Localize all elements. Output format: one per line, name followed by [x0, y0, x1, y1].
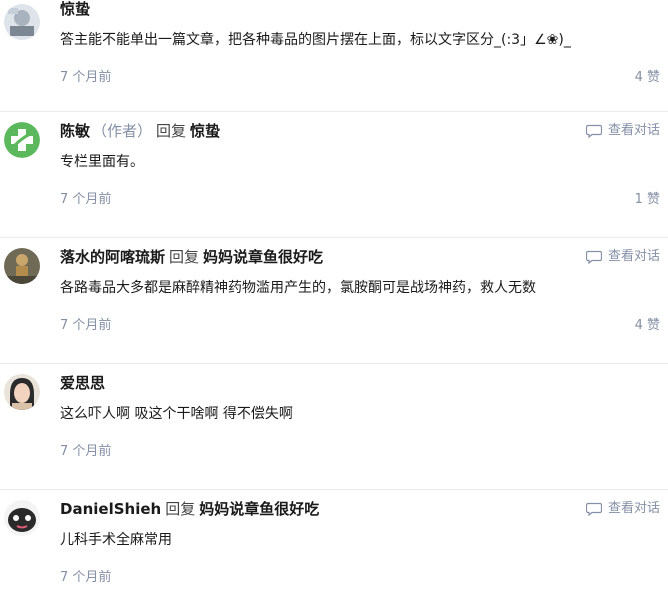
avatar-image [4, 4, 40, 40]
reply-target-name[interactable]: 妈妈说章鱼很好吃 [203, 248, 323, 266]
like-count[interactable]: 1 赞 [635, 188, 660, 207]
avatar-image [4, 248, 40, 284]
comment-item: 爱思思 这么吓人啊 吸这个干啥啊 得不偿失啊 7 个月前 [0, 364, 668, 490]
view-conversation-label: 查看对话 [607, 501, 660, 516]
avatar-image [4, 500, 40, 536]
view-conversation-label: 查看对话 [607, 249, 660, 264]
author-name[interactable]: 陈敏 [60, 122, 90, 140]
author-name[interactable]: 落水的阿喀琉斯 [60, 248, 165, 266]
avatar-image [4, 122, 40, 158]
view-conversation-button[interactable]: 查看对话 [585, 246, 660, 268]
speech-bubble-icon [585, 124, 602, 138]
avatar-image [4, 374, 40, 410]
author-name[interactable]: 惊蛰 [60, 0, 90, 18]
comment-header: 爱思思 [60, 372, 660, 394]
comment-content: 这么吓人啊 吸这个干啥啊 得不偿失啊 [60, 406, 293, 422]
comment-header: 陈敏 （作者） 回复 惊蛰 查看对话 [60, 120, 660, 142]
comment-content: 儿科手术全麻常用 [60, 532, 172, 548]
view-conversation-button[interactable]: 查看对话 [585, 120, 660, 142]
reply-label: 回复 [156, 122, 187, 140]
comment-time: 7 个月前 [60, 318, 112, 333]
like-count[interactable]: 4 赞 [635, 314, 660, 333]
author-tag: （作者） [92, 122, 153, 140]
author-name[interactable]: DanielShieh [60, 500, 161, 518]
comment-header: 落水的阿喀琉斯 回复 妈妈说章鱼很好吃 查看对话 [60, 246, 660, 268]
comment-header: DanielShieh 回复 妈妈说章鱼很好吃 查看对话 [60, 498, 660, 520]
like-count[interactable]: 4 赞 [635, 66, 660, 85]
avatar[interactable] [4, 248, 40, 284]
comment-time: 7 个月前 [60, 70, 112, 85]
avatar[interactable] [4, 500, 40, 536]
view-conversation-label: 查看对话 [607, 123, 660, 138]
comment-item: 陈敏 （作者） 回复 惊蛰 查看对话 专栏里面有。 7 个月前 1 赞 [0, 112, 668, 238]
comment-content: 专栏里面有。 [60, 154, 144, 170]
comment-time: 7 个月前 [60, 570, 112, 585]
avatar[interactable] [4, 122, 40, 158]
comment-content: 答主能不能单出一篇文章，把各种毒品的图片摆在上面，标以文字区分_(:3」∠❀)_ [60, 32, 571, 48]
reply-label: 回复 [165, 500, 196, 518]
reply-target-name[interactable]: 惊蛰 [190, 122, 220, 140]
comment-time: 7 个月前 [60, 192, 112, 207]
comment-item: DanielShieh 回复 妈妈说章鱼很好吃 查看对话 儿科手术全麻常用 7 个月… [0, 490, 668, 616]
reply-label: 回复 [169, 248, 200, 266]
comment-header: 惊蛰 [60, 0, 660, 20]
avatar[interactable] [4, 4, 40, 40]
speech-bubble-icon [585, 502, 602, 516]
comment-item: 惊蛰 答主能不能单出一篇文章，把各种毒品的图片摆在上面，标以文字区分_(:3」∠… [0, 0, 668, 112]
comment-content: 各路毒品大多都是麻醉精神药物滥用产生的，氯胺酮可是战场神药，救人无数 [60, 280, 536, 296]
comment-time: 7 个月前 [60, 444, 112, 459]
reply-target-name[interactable]: 妈妈说章鱼很好吃 [199, 500, 319, 518]
speech-bubble-icon [585, 250, 602, 264]
comment-item: 落水的阿喀琉斯 回复 妈妈说章鱼很好吃 查看对话 各路毒品大多都是麻醉精神药物滥用产… [0, 238, 668, 364]
avatar[interactable] [4, 374, 40, 410]
author-name[interactable]: 爱思思 [60, 374, 105, 392]
view-conversation-button[interactable]: 查看对话 [585, 498, 660, 520]
